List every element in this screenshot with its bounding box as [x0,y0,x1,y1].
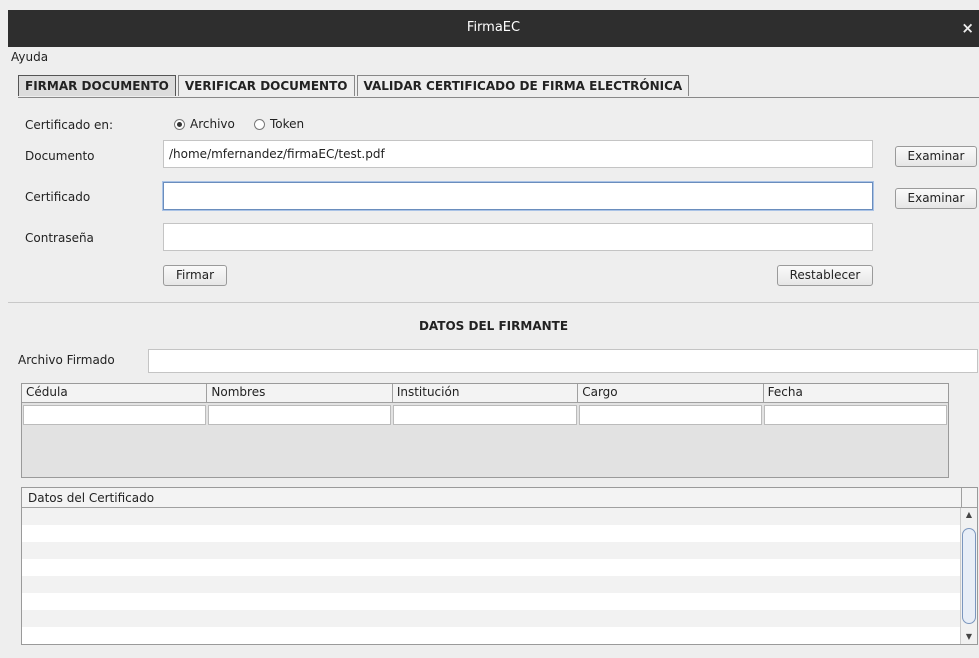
firmante-table: Cédula Nombres Institución Cargo Fecha [21,383,949,478]
examinar-document-button[interactable]: Examinar [895,146,977,167]
password-label: Contraseña [25,231,94,245]
firmante-table-header: Cédula Nombres Institución Cargo Fecha [22,384,948,403]
menu-ayuda[interactable]: Ayuda [8,50,51,64]
cell-cargo[interactable] [578,405,762,425]
column-cedula[interactable]: Cédula [22,384,208,402]
password-input[interactable] [163,223,873,251]
cell-fecha[interactable] [763,405,948,425]
radio-dot-icon [254,118,265,130]
cert-in-label: Certificado en: [25,118,114,132]
restablecer-button[interactable]: Restablecer [777,265,873,286]
main-window: Ayuda FIRMAR DOCUMENTO VERIFICAR DOCUMEN… [8,47,979,658]
radio-token-label: Token [270,117,305,131]
table-row [22,403,948,427]
menu-bar: Ayuda [8,50,51,68]
certificado-table-header[interactable]: Datos del Certificado [22,488,961,508]
list-item [22,610,961,627]
vertical-scrollbar[interactable]: ▲ ▼ [960,508,977,644]
column-institucion[interactable]: Institución [393,384,579,402]
document-input[interactable]: /home/mfernandez/firmaEC/test.pdf [163,140,873,168]
cell-nombres[interactable] [208,405,392,425]
window-title: FirmaEC [466,20,521,35]
tab-validar-certificado[interactable]: VALIDAR CERTIFICADO DE FIRMA ELECTRÓNICA [356,75,690,96]
scroll-down-icon[interactable]: ▼ [961,630,977,644]
close-icon[interactable]: × [961,19,974,37]
firmar-button[interactable]: Firmar [163,265,227,286]
certificate-input[interactable] [163,182,873,210]
archivo-firmado-label: Archivo Firmado [18,353,115,367]
section-separator [8,302,979,303]
scroll-thumb[interactable] [962,528,976,624]
certificado-table: Datos del Certificado ▲ ▼ [21,487,978,645]
radio-token[interactable]: Token [254,117,304,131]
scroll-up-icon[interactable]: ▲ [961,508,977,522]
column-cargo[interactable]: Cargo [578,384,764,402]
radio-dot-icon [174,118,185,130]
list-item [22,508,961,525]
examinar-certificate-button[interactable]: Examinar [895,188,977,209]
tab-firmar-documento[interactable]: FIRMAR DOCUMENTO [18,75,176,96]
document-label: Documento [25,149,95,163]
column-nombres[interactable]: Nombres [207,384,393,402]
firmante-section-title: DATOS DEL FIRMANTE [418,319,569,333]
tab-verificar-documento[interactable]: VERIFICAR DOCUMENTO [177,75,355,96]
radio-archivo[interactable]: Archivo [174,117,235,131]
list-item [22,576,961,593]
archivo-firmado-input[interactable] [148,349,978,373]
title-bar: FirmaEC × [8,10,979,47]
cell-institucion[interactable] [393,405,577,425]
tab-strip: FIRMAR DOCUMENTO VERIFICAR DOCUMENTO VAL… [18,75,691,97]
cell-cedula[interactable] [23,405,207,425]
list-item [22,542,961,559]
radio-archivo-label: Archivo [190,117,235,131]
column-fecha[interactable]: Fecha [764,384,948,402]
table-corner [961,488,977,508]
certificate-label: Certificado [25,190,91,204]
app-root: FirmaEC × Ayuda FIRMAR DOCUMENTO VERIFIC… [0,0,979,658]
tab-divider [18,97,979,98]
